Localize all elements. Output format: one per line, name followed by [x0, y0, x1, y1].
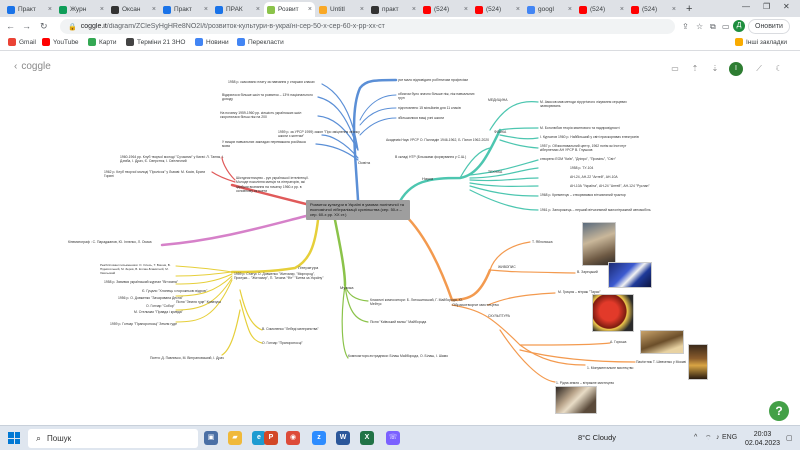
language-indicator[interactable]: ENG	[722, 434, 737, 441]
branch-nauka[interactable]: Наука	[422, 176, 433, 181]
shist-item[interactable]: 1960-1964 рр. Клуб творчої молоді "Сучас…	[120, 155, 224, 164]
branch-fizyka[interactable]: ФІЗИКА	[494, 130, 506, 134]
search-icon: ⌕	[36, 433, 42, 443]
zhyvopys-item[interactable]: А. Горська	[610, 340, 626, 344]
branch-skulptura[interactable]: СКУЛЬПТУРА	[488, 314, 510, 318]
fizyka-item[interactable]: І. Курчатов 1960 р. Найбільший у світі п…	[540, 135, 639, 139]
central-topic-node[interactable]: Розвиток культури в Україні в умовах пол…	[306, 200, 410, 220]
fizyka-item[interactable]: М. Боголюбов теорія квантового та надпро…	[540, 126, 620, 130]
literatura-item[interactable]: 1956 р. О. Довженко "Зачарована Десна"	[118, 296, 183, 300]
tekhnika-item[interactable]: 1958 р. ТУ-104	[570, 166, 593, 170]
osvita-right-item[interactable]: збільшилися вищі учні школи	[398, 116, 444, 120]
osvita-right-item[interactable]: обсягом було значно більше ніж, ніж навч…	[398, 92, 478, 101]
taskbar-clock[interactable]: 20:03 02.04.2023	[745, 430, 780, 448]
wifi-icon[interactable]: ⌔	[705, 434, 712, 443]
literatura-item[interactable]: О. Гончар "Собор"	[146, 304, 175, 308]
skulptura-item[interactable]: Пам'ятник Т. Шевченко у Москві	[636, 360, 686, 364]
mindmap-lines	[160, 78, 636, 383]
branch-shistdesiatnytstvo[interactable]: Шістдесятництво - рух української інтелі…	[236, 176, 312, 193]
tekhnika-item[interactable]: створено ЕОМ "Київ", "Дніпро", "Промінь"…	[540, 157, 616, 161]
tekhnika-item[interactable]: 1968 р. Кременчук – створювався вітчизня…	[540, 193, 640, 197]
osvita-item[interactable]: 1959 р. за УРСР 1959) закон "Про зміцнен…	[278, 130, 368, 139]
muzyka-item[interactable]: Композитори-естрадники: Білаш Майборода,…	[348, 354, 448, 358]
shist-item[interactable]: 1962 р. Клуб творчої молоді "Пролісок" у…	[104, 170, 210, 179]
artwork-blue-image[interactable]	[608, 262, 652, 288]
literatura-item[interactable]: 1958 р. Зявився український журнал "Вітч…	[104, 280, 178, 284]
help-button[interactable]: ?	[769, 401, 789, 421]
artwork-stained-glass-image[interactable]	[688, 344, 708, 380]
taskbar-search[interactable]: ⌕ Пошук	[28, 429, 198, 448]
osvita-item[interactable]: На початку 1959-1960 рр. кількість украї…	[220, 111, 316, 120]
volume-icon[interactable]: ♪	[716, 434, 720, 441]
obraz-item[interactable]: 1. Монументальне мистецтво	[587, 366, 633, 370]
tekhnika-item[interactable]: АН-24, АН-22 "Антей", АН-10А	[570, 175, 618, 179]
literatura-item[interactable]: Реабілітовані письменники: О. Олесь, Т. …	[100, 263, 176, 275]
nauka-item[interactable]: В складі НТР (Бльоками формування у С.Ш.…	[395, 155, 466, 159]
obraz-item[interactable]: 1. Рідна земля – вітражне мистецтво	[556, 381, 614, 385]
tekhnika-item[interactable]: 1961 р. Запорожець – перший вітчизняний …	[540, 208, 651, 212]
zoom-icon[interactable]: z	[312, 431, 326, 445]
chrome-icon[interactable]: ◉	[286, 431, 300, 445]
medytsyna-item[interactable]: М. Амосов мав методи хірургічного лікува…	[540, 100, 640, 109]
branch-tekhnika[interactable]: ТЕХНІКА	[488, 170, 502, 174]
osvita-right-item[interactable]: підготовлено 15 мільйонів для 11 класів	[398, 106, 461, 110]
branch-medytsyna[interactable]: МЕДИЦИНА	[488, 98, 507, 102]
artwork-sculpture-image[interactable]	[640, 330, 684, 354]
literatura-item[interactable]: М. Стельмах "Правда і кривда"	[134, 310, 183, 314]
tray-chevron-icon[interactable]: ^	[694, 434, 697, 441]
file-explorer-icon[interactable]: ▰	[228, 431, 242, 445]
viber-icon[interactable]: ☏	[386, 431, 400, 445]
muzyka-item[interactable]: Класичні композитори: Б. Лятошинський, Г…	[370, 298, 470, 307]
excel-icon[interactable]: X	[360, 431, 374, 445]
word-icon[interactable]: W	[336, 431, 350, 445]
tekhnika-item[interactable]: АН-10А "Україна", АН-24 "Антей", АН-124 …	[570, 184, 650, 188]
branch-osvita[interactable]: Освіта	[358, 160, 370, 165]
muzyka-item[interactable]: Пісня "Київський вальс" Майборода	[370, 320, 426, 324]
literatura-item[interactable]: Поети: Д. Павличко, М. Вінграновський, І…	[150, 356, 224, 360]
osvita-right-item[interactable]: усе мало відповідати робітничим професія…	[398, 78, 468, 82]
literatura-main[interactable]: 1959 р. Статус О. Довженко "Житомир, "Ми…	[234, 272, 326, 281]
windows-start-icon[interactable]	[8, 432, 20, 444]
literatura-item[interactable]: Є. Гуцало "Хлопець з порожньою відрою"	[142, 289, 207, 293]
branch-literatura[interactable]: Література	[298, 265, 318, 270]
windows-taskbar: ⌕ Пошук ▣ ▰ e P ◉ z W X ☏ 8°C Cloudy ^ ⌔…	[0, 425, 800, 450]
taskview-icon[interactable]: ▣	[204, 431, 218, 445]
powerpoint-icon[interactable]: P	[264, 431, 278, 445]
artwork-red-image[interactable]	[592, 294, 634, 332]
zhyvopys-item[interactable]: Т. Яблонська	[532, 240, 553, 244]
literatura-item[interactable]: О. Гончар "Прапороносці"	[262, 341, 303, 345]
artwork-group-image[interactable]	[555, 386, 597, 414]
branch-kino[interactable]: Кінематограф : С. Параджанов, Ю. Іллєнко…	[68, 240, 164, 244]
weather-widget[interactable]: 8°C Cloudy	[578, 433, 616, 442]
osvita-item[interactable]: Відкрилося більше шкіл та розвиток – 13%…	[222, 93, 316, 102]
nauka-item[interactable]: Академія Наук УРСР О. Палладін 1946-1962…	[386, 138, 496, 142]
branch-muzyka[interactable]: Музика	[340, 285, 354, 290]
literatura-item[interactable]: В. Симоненко "Лебеді материнства"	[262, 327, 319, 331]
notifications-icon[interactable]: ▢	[786, 434, 793, 442]
branch-zhyvopys[interactable]: ЖИВОПИС	[498, 265, 516, 269]
fizyka-item[interactable]: 1957 р. Обчислювальний центр, 1962 потім…	[540, 144, 640, 153]
literatura-item[interactable]: Пісня "Земля гуде" Кравчука	[176, 300, 221, 304]
literatura-item[interactable]: 1959 р. Гончар "Прапороносці" Земля гуде	[110, 322, 177, 326]
artwork-portrait-image[interactable]	[582, 222, 616, 266]
osvita-item[interactable]: 1958 р. скасовано плату за навчання у ст…	[228, 80, 315, 84]
osvita-item[interactable]: У вищих навчальних закладах переважала р…	[222, 140, 314, 149]
zhyvopys-item[interactable]: В. Зарецький	[577, 270, 598, 274]
